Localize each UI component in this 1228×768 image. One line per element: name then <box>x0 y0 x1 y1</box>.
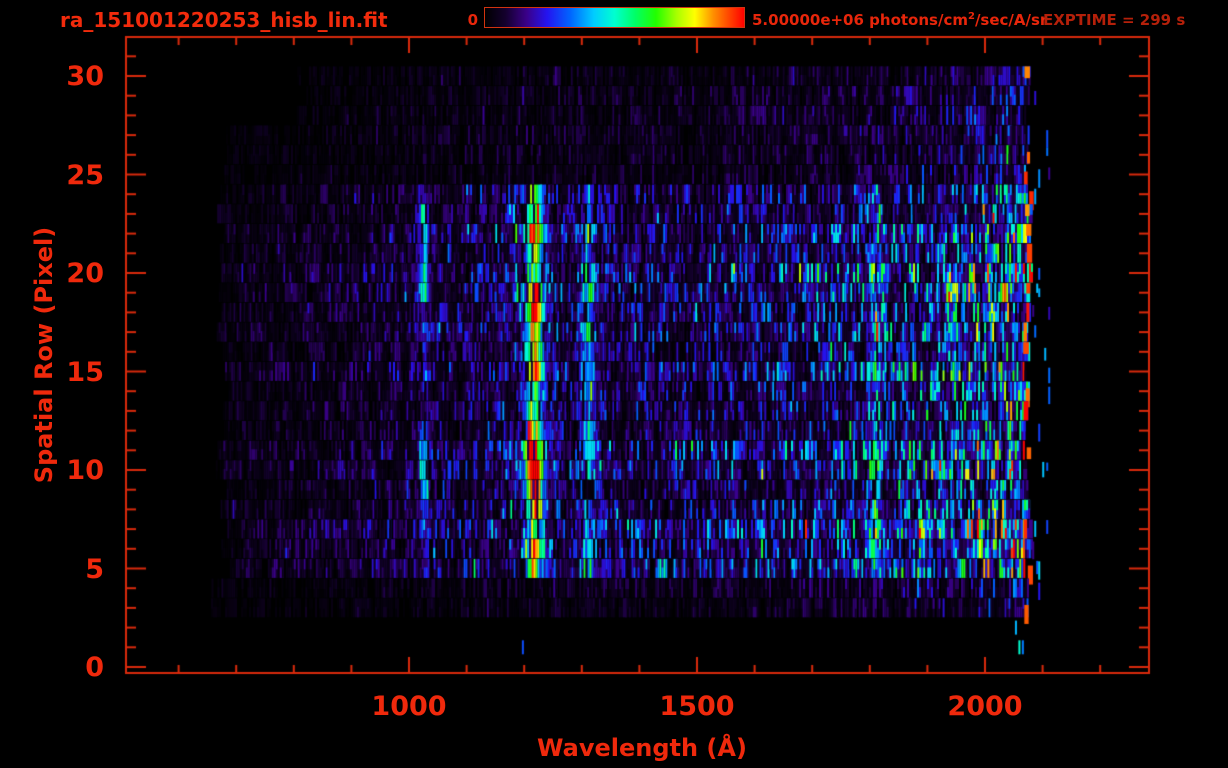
y-tick-label-20: 20 <box>26 258 104 289</box>
y-tick-label-10: 10 <box>26 455 104 486</box>
colorbar <box>484 7 745 28</box>
exptime-label: EXPTIME = 299 s <box>1043 11 1185 29</box>
spectral-image-canvas <box>0 0 1228 768</box>
x-axis-title: Wavelength (Å) <box>537 734 737 762</box>
y-tick-label-25: 25 <box>26 160 104 191</box>
plot-window: ra_151001220253_hisb_lin.fit 0 5.00000e+… <box>0 0 1228 768</box>
y-tick-label-15: 15 <box>26 357 104 388</box>
colorbar-min-label: 0 <box>460 11 478 29</box>
x-tick-label-2000: 2000 <box>915 691 1055 722</box>
colorbar-max-superscript: 2 <box>968 11 975 22</box>
colorbar-max-label: 5.00000e+06 photons/cm2/sec/A/sr <box>752 11 1047 29</box>
x-tick-label-1500: 1500 <box>627 691 767 722</box>
colorbar-max-prefix: 5.00000e+06 photons/cm <box>752 11 968 29</box>
y-tick-label-5: 5 <box>26 554 104 585</box>
colorbar-max-suffix: /sec/A/sr <box>975 11 1047 29</box>
y-tick-label-30: 30 <box>26 61 104 92</box>
file-title: ra_151001220253_hisb_lin.fit <box>60 8 388 32</box>
y-tick-label-0: 0 <box>26 652 104 683</box>
x-tick-label-1000: 1000 <box>339 691 479 722</box>
